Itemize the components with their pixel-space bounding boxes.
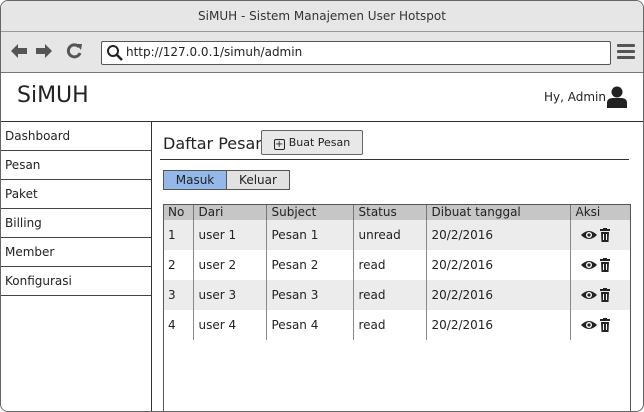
- cell-subject: Pesan 4: [266, 310, 354, 340]
- cell-status: read: [353, 280, 427, 310]
- window-title: SiMUH - Sistem Manajemen User Hotspot: [1, 1, 643, 32]
- sidebar-item-paket[interactable]: Paket: [1, 180, 151, 209]
- tab-keluar[interactable]: Keluar: [227, 170, 290, 190]
- column-header: Aksi: [570, 204, 630, 220]
- cell-dari: user 4: [193, 310, 267, 340]
- column-header[interactable]: Subject: [266, 204, 354, 220]
- cell-actions: [570, 220, 630, 250]
- cell-no: 1: [163, 220, 194, 250]
- cell-actions: [570, 280, 630, 310]
- page-title: Daftar Pesan: [163, 134, 266, 153]
- cell-date: 20/2/2016: [426, 250, 571, 280]
- app-window: SiMUH - Sistem Manajemen User Hotspot Si…: [0, 0, 644, 412]
- cell-subject: Pesan 3: [266, 280, 354, 310]
- title-divider: [160, 159, 629, 160]
- sidebar-item-dashboard[interactable]: Dashboard: [1, 122, 151, 151]
- cell-dari: user 1: [193, 220, 267, 250]
- column-header[interactable]: No: [163, 204, 194, 220]
- column-header[interactable]: Dibuat tanggal: [426, 204, 571, 220]
- eye-icon[interactable]: [580, 288, 597, 302]
- browser-toolbar: [1, 32, 643, 73]
- table-row[interactable]: 3 user 3 Pesan 3 read 20/2/2016: [163, 280, 630, 310]
- user-icon[interactable]: [607, 86, 627, 108]
- cell-dari: user 3: [193, 280, 267, 310]
- cell-date: 20/2/2016: [426, 280, 571, 310]
- reload-icon[interactable]: [64, 40, 84, 62]
- user-greeting: Hy, Admin: [544, 90, 606, 104]
- new-message-button[interactable]: + Buat Pesan: [261, 130, 363, 155]
- sidebar: Dashboard Pesan Paket Billing Member Kon…: [1, 122, 152, 411]
- eye-icon[interactable]: [580, 318, 597, 332]
- trash-icon[interactable]: [597, 228, 613, 243]
- arrow-right-icon[interactable]: [34, 40, 54, 62]
- cell-no: 3: [163, 280, 194, 310]
- url-input[interactable]: [126, 43, 596, 61]
- sidebar-item-konfigurasi[interactable]: Konfigurasi: [1, 267, 151, 296]
- table-header: No Dari Subject Status Dibuat tanggal Ak…: [163, 204, 630, 220]
- cell-status: unread: [353, 220, 427, 250]
- cell-date: 20/2/2016: [426, 310, 571, 340]
- cell-date: 20/2/2016: [426, 220, 571, 250]
- table-row[interactable]: 4 user 4 Pesan 4 read 20/2/2016: [163, 310, 630, 340]
- message-tabs: Masuk Keluar: [163, 170, 290, 190]
- tab-masuk[interactable]: Masuk: [163, 170, 227, 190]
- sidebar-item-billing[interactable]: Billing: [1, 209, 151, 238]
- cell-dari: user 2: [193, 250, 267, 280]
- table-row[interactable]: 1 user 1 Pesan 1 unread 20/2/2016: [163, 220, 630, 250]
- cell-subject: Pesan 2: [266, 250, 354, 280]
- hamburger-menu-icon[interactable]: [617, 44, 635, 62]
- column-header[interactable]: Status: [353, 204, 427, 220]
- eye-icon[interactable]: [580, 258, 597, 272]
- cell-actions: [570, 250, 630, 280]
- cell-subject: Pesan 1: [266, 220, 354, 250]
- new-message-label: Buat Pesan: [288, 136, 351, 149]
- messages-table: No Dari Subject Status Dibuat tanggal Ak…: [163, 204, 630, 340]
- cell-actions: [570, 310, 630, 340]
- trash-icon[interactable]: [597, 288, 613, 303]
- search-icon: [106, 44, 124, 62]
- app-header: SiMUH Hy, Admin: [1, 73, 643, 122]
- cell-status: read: [353, 310, 427, 340]
- plus-icon: +: [273, 139, 285, 150]
- brand-logo[interactable]: SiMUH: [17, 83, 89, 108]
- trash-icon[interactable]: [597, 318, 613, 333]
- cell-no: 4: [163, 310, 194, 340]
- arrow-left-icon[interactable]: [9, 40, 29, 62]
- column-header[interactable]: Dari: [193, 204, 267, 220]
- cell-status: read: [353, 250, 427, 280]
- eye-icon[interactable]: [580, 228, 597, 242]
- sidebar-item-member[interactable]: Member: [1, 238, 151, 267]
- sidebar-item-pesan[interactable]: Pesan: [1, 151, 151, 180]
- table-row[interactable]: 2 user 2 Pesan 2 read 20/2/2016: [163, 250, 630, 280]
- main-content: Daftar Pesan + Buat Pesan Masuk Keluar No…: [152, 122, 643, 411]
- cell-no: 2: [163, 250, 194, 280]
- address-bar[interactable]: [101, 41, 611, 65]
- trash-icon[interactable]: [597, 258, 613, 273]
